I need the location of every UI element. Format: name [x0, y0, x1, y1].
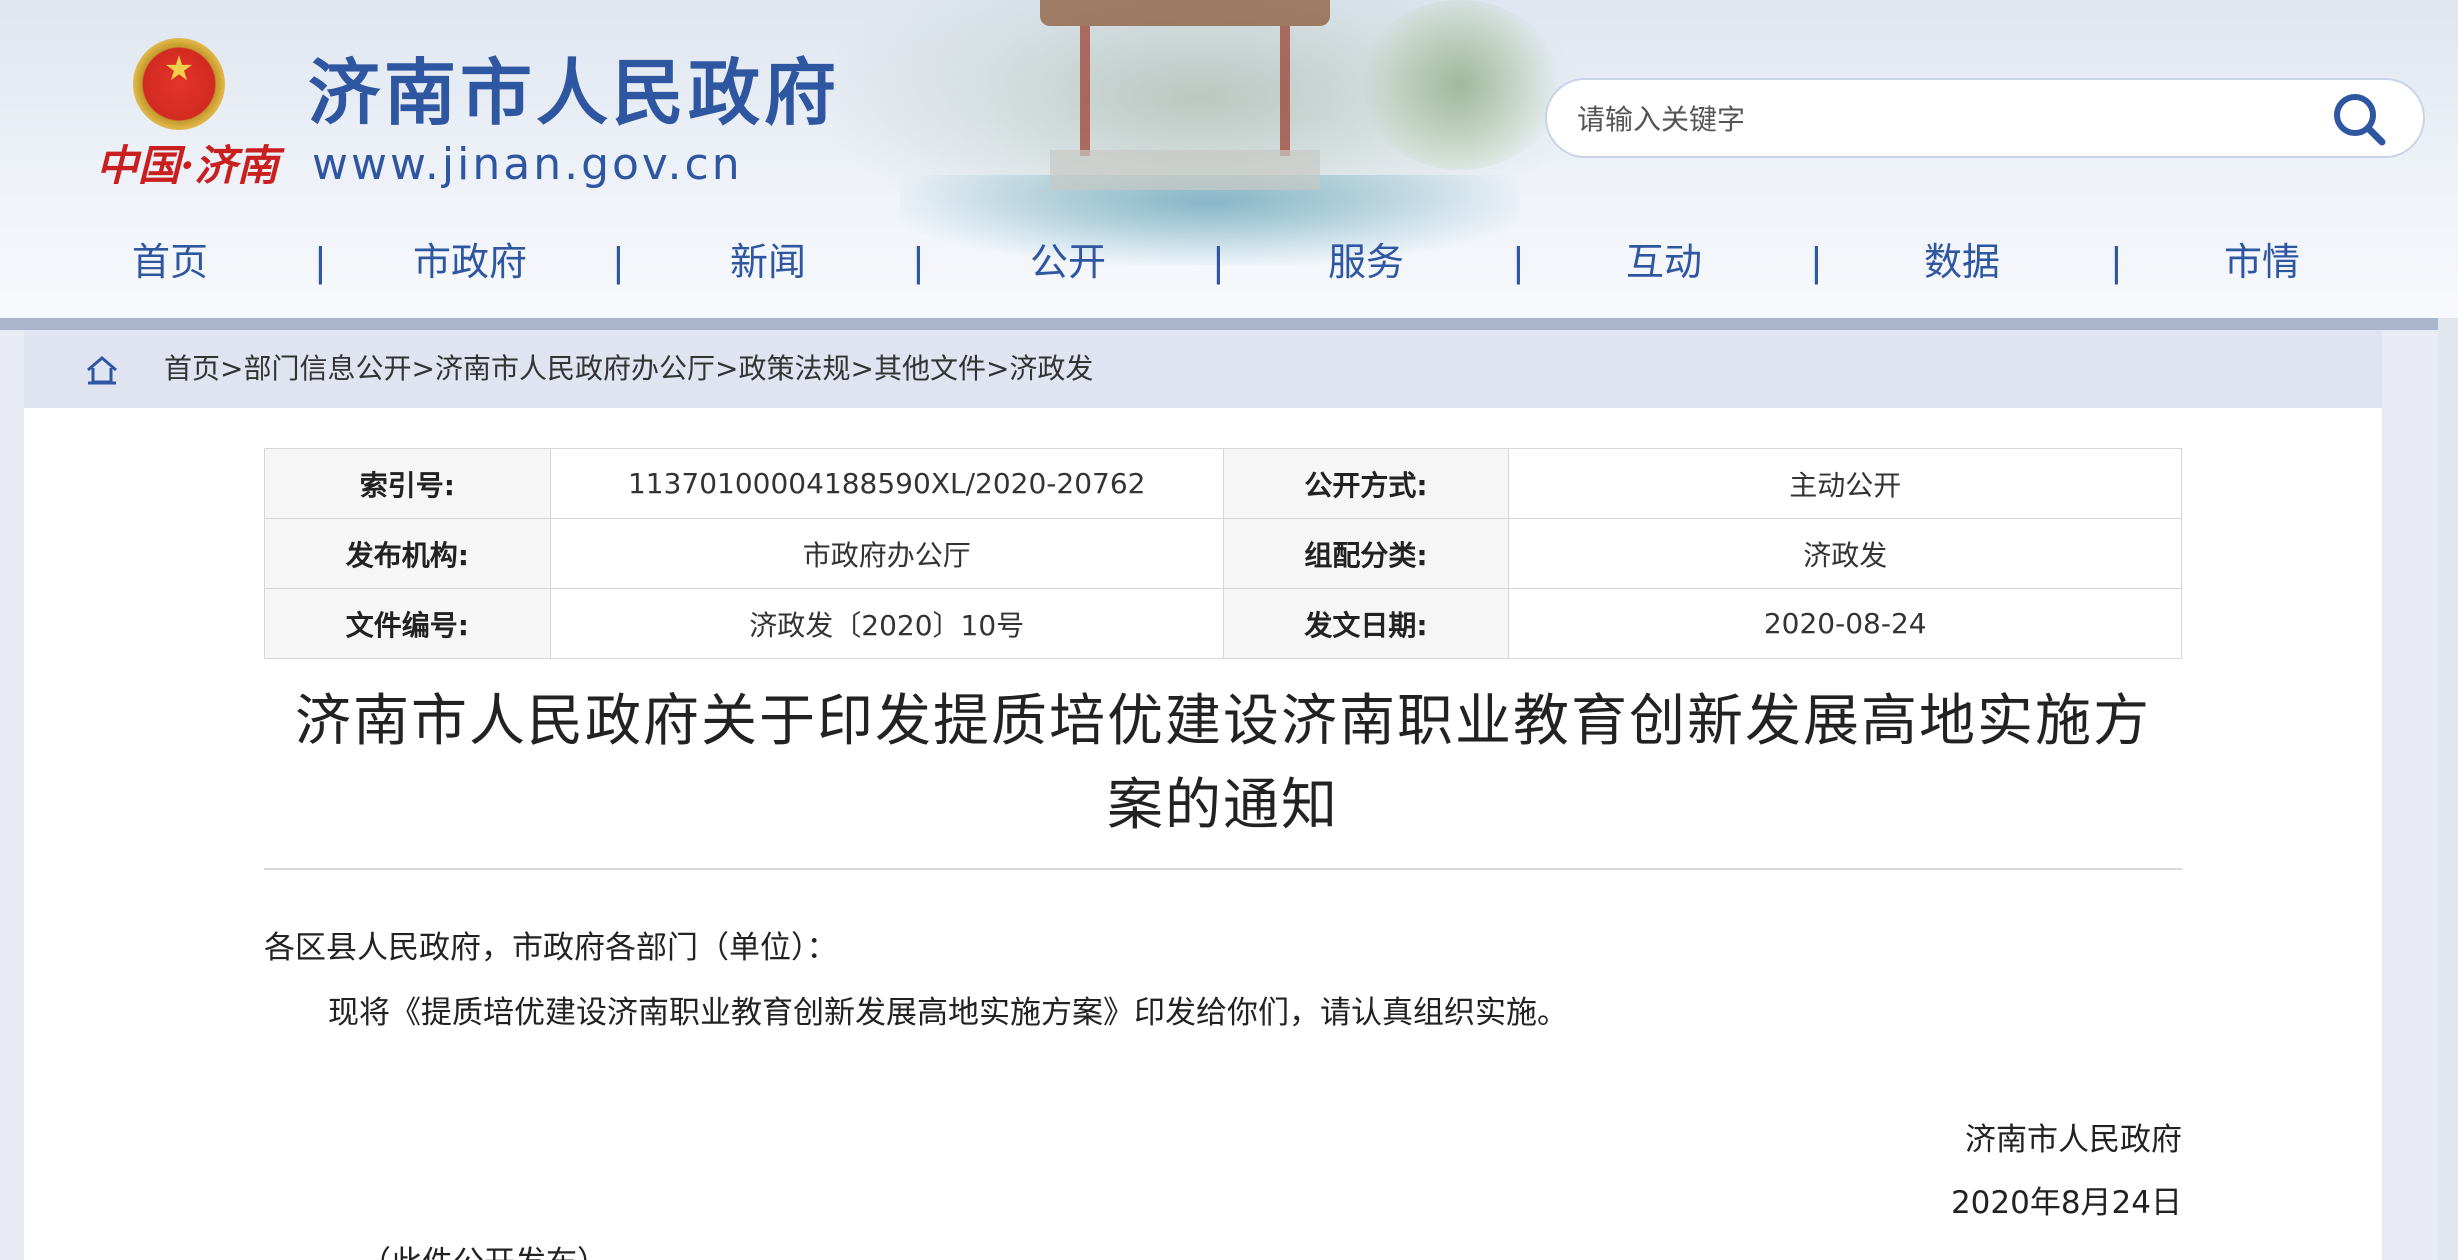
banner-pavilion-base [1050, 150, 1320, 190]
city-mark-logo: 中国·济南 [96, 141, 279, 190]
nav-item-interaction[interactable]: 互动 [1604, 226, 1724, 298]
document-salutation: 各区县人民政府，市政府各部门（单位）： [264, 930, 838, 966]
document-meta-table: 索引号: 11370100004188590XL/2020-20762 公开方式… [264, 448, 2182, 659]
nav-item-government[interactable]: 市政府 [390, 226, 550, 298]
page-scrollbar[interactable] [2438, 318, 2458, 1260]
main-nav: 首页 | 市政府 | 新闻 | 公开 | 服务 | 互动 | 数据 | 市情 [0, 226, 2458, 298]
banner-pavilion-roof [1040, 0, 1330, 26]
table-row: 发布机构: 市政府办公厅 组配分类: 济政发 [264, 518, 2182, 589]
meta-category-label: 组配分类: [1222, 518, 1510, 589]
nav-separator: | [1810, 240, 1823, 284]
home-icon[interactable] [84, 352, 120, 388]
nav-item-city-info[interactable]: 市情 [2202, 226, 2322, 298]
meta-index-label: 索引号: [264, 448, 551, 519]
meta-docno-label: 文件编号: [264, 588, 551, 659]
nav-separator: | [2110, 240, 2123, 284]
nav-separator: | [1212, 240, 1225, 284]
document-body-paragraph: 现将《提质培优建设济南职业教育创新发展高地实施方案》印发给你们，请认真组织实施。 [328, 995, 1568, 1031]
table-row: 索引号: 11370100004188590XL/2020-20762 公开方式… [264, 448, 2182, 519]
table-row: 文件编号: 济政发〔2020〕10号 发文日期: 2020-08-24 [264, 588, 2182, 659]
document-footnote: （此件公开发布） [360, 1238, 608, 1260]
search-box [1545, 78, 2425, 158]
meta-method-label: 公开方式: [1222, 448, 1510, 519]
breadcrumb: 首页>部门信息公开>济南市人民政府办公厅>政策法规>其他文件>济政发 [164, 330, 1093, 408]
document-title-line: 案的通知 [1107, 773, 1339, 838]
site-header: ★ 中国·济南 济南市人民政府 www.jinan.gov.cn 首页 | 市政… [0, 0, 2458, 318]
site-url[interactable]: www.jinan.gov.cn [312, 135, 743, 195]
meta-date-label: 发文日期: [1222, 588, 1510, 659]
breadcrumb-link-office[interactable]: 济南市人民政府办公厅 [435, 352, 715, 385]
site-title[interactable]: 济南市人民政府 [308, 48, 840, 138]
document-title: 济南市人民政府关于印发提质培优建设济南职业教育创新发展高地实施方 案的通知 [264, 680, 2182, 848]
title-divider [264, 868, 2182, 870]
nav-separator: | [912, 240, 925, 284]
breadcrumb-link-other-docs[interactable]: 其他文件 [874, 352, 986, 385]
nav-item-public[interactable]: 公开 [1008, 226, 1128, 298]
meta-category-value: 济政发 [1508, 518, 2182, 589]
national-emblem-icon: ★ [133, 38, 225, 130]
breadcrumb-link-dept-info[interactable]: 部门信息公开 [243, 352, 411, 385]
meta-publisher-label: 发布机构: [264, 518, 551, 589]
meta-docno-value: 济政发〔2020〕10号 [549, 588, 1224, 659]
breadcrumb-link-policies[interactable]: 政策法规 [738, 352, 850, 385]
document-signature-date: 2020年8月24日 [1950, 1185, 2182, 1221]
breadcrumb-separator: > [850, 352, 874, 385]
breadcrumb-bar: 首页>部门信息公开>济南市人民政府办公厅>政策法规>其他文件>济政发 [24, 330, 2382, 408]
banner-pavilion [1080, 26, 1290, 156]
nav-item-home[interactable]: 首页 [110, 226, 230, 298]
document-signature-org: 济南市人民政府 [1965, 1122, 2182, 1158]
breadcrumb-separator: > [411, 352, 435, 385]
search-input[interactable] [1577, 94, 2297, 144]
document-title-line: 济南市人民政府关于印发提质培优建设济南职业教育创新发展高地实施方 [295, 689, 2151, 754]
nav-separator: | [612, 240, 625, 284]
breadcrumb-link-home[interactable]: 首页 [164, 352, 220, 385]
nav-separator: | [1512, 240, 1525, 284]
meta-method-value: 主动公开 [1508, 448, 2182, 519]
meta-publisher-value: 市政府办公厅 [549, 518, 1224, 589]
banner-tree [1360, 0, 1560, 170]
meta-date-value: 2020-08-24 [1508, 588, 2182, 659]
breadcrumb-link-jizhengfa[interactable]: 济政发 [1009, 352, 1093, 385]
search-icon [2334, 94, 2386, 146]
meta-index-value: 11370100004188590XL/2020-20762 [549, 448, 1224, 519]
breadcrumb-separator: > [714, 352, 739, 385]
breadcrumb-separator: > [220, 352, 244, 385]
main-content: 索引号: 11370100004188590XL/2020-20762 公开方式… [24, 408, 2382, 1260]
search-button[interactable] [2327, 88, 2391, 150]
nav-separator: | [314, 240, 327, 284]
nav-item-news[interactable]: 新闻 [708, 226, 828, 298]
emblem-star-icon: ★ [163, 49, 195, 89]
header-divider-bar [0, 318, 2458, 330]
nav-item-data[interactable]: 数据 [1902, 226, 2022, 298]
breadcrumb-separator: > [985, 352, 1010, 385]
nav-item-services[interactable]: 服务 [1306, 226, 1426, 298]
